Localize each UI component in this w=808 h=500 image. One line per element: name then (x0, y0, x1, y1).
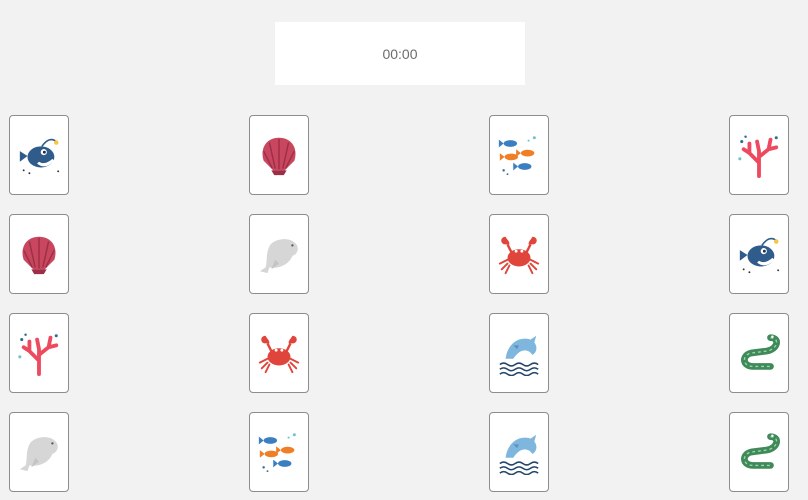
anglerfish-icon (16, 132, 62, 178)
coral-icon (736, 132, 782, 178)
eel-icon (736, 330, 782, 376)
memory-card[interactable] (489, 412, 549, 492)
memory-card[interactable] (729, 412, 789, 492)
memory-card-grid (0, 0, 808, 500)
memory-card[interactable] (9, 115, 69, 195)
fish-school-icon (496, 132, 542, 178)
crab-icon (256, 330, 302, 376)
dolphin-icon (496, 429, 542, 475)
crab-icon (496, 231, 542, 277)
memory-card[interactable] (729, 214, 789, 294)
memory-card[interactable] (489, 214, 549, 294)
memory-card[interactable] (729, 313, 789, 393)
memory-card[interactable] (9, 412, 69, 492)
memory-card[interactable] (489, 115, 549, 195)
memory-card[interactable] (489, 313, 549, 393)
seashell-icon (256, 132, 302, 178)
eel-icon (736, 429, 782, 475)
beluga-whale-icon (256, 231, 302, 277)
memory-card[interactable] (729, 115, 789, 195)
memory-card[interactable] (249, 115, 309, 195)
anglerfish-icon (736, 231, 782, 277)
memory-card[interactable] (249, 214, 309, 294)
coral-icon (16, 330, 62, 376)
memory-card[interactable] (249, 313, 309, 393)
seashell-icon (16, 231, 62, 277)
memory-card[interactable] (9, 313, 69, 393)
memory-card[interactable] (9, 214, 69, 294)
beluga-whale-icon (16, 429, 62, 475)
memory-card[interactable] (249, 412, 309, 492)
fish-school-icon (256, 429, 302, 475)
dolphin-icon (496, 330, 542, 376)
